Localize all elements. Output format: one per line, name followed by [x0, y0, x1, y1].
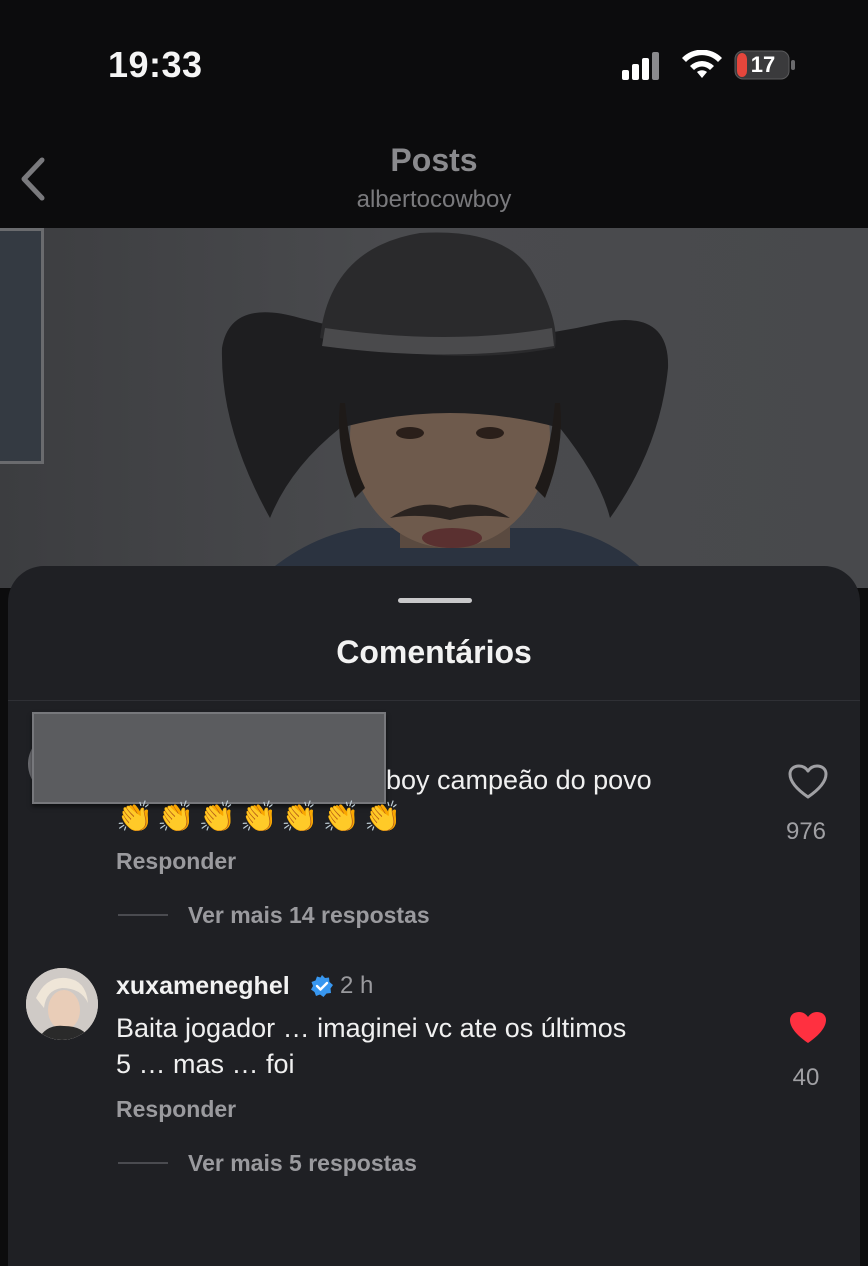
comment-username[interactable]: xuxameneghel [116, 972, 290, 1001]
signal-icon [622, 52, 659, 80]
comment-text: boy campeão do povo [386, 765, 652, 795]
clap-emojis: 👏👏👏👏👏👏👏 [116, 800, 406, 835]
avatar[interactable] [26, 968, 98, 1040]
heart-outline-icon[interactable] [788, 764, 828, 800]
sheet-grabber[interactable] [398, 598, 472, 603]
avatar-photo [26, 968, 98, 1040]
wifi-icon [682, 50, 722, 78]
battery-level: 17 [750, 52, 776, 77]
reply-button[interactable]: Responder [116, 848, 236, 875]
view-more-replies[interactable]: Ver mais 5 respostas [188, 1150, 417, 1177]
reply-button[interactable]: Responder [116, 1096, 236, 1123]
like-count: 40 [792, 1064, 820, 1091]
cowboy-portrait [221, 232, 669, 588]
sheet-title: Comentários [336, 634, 532, 670]
sheet-divider [8, 700, 860, 701]
post-image[interactable] [0, 228, 868, 588]
replies-line [118, 1162, 168, 1164]
status-bar: 19:33 17 [0, 0, 868, 120]
heart-filled-icon[interactable] [788, 1010, 828, 1046]
redaction-box [32, 712, 386, 804]
posts-header: Posts albertocowboy [0, 120, 868, 228]
comment-time: 2 h [340, 972, 374, 999]
replies-line [118, 914, 168, 916]
like-count: 976 [785, 818, 827, 845]
view-more-replies[interactable]: Ver mais 14 respostas [188, 902, 430, 929]
page-title: Posts [390, 142, 478, 178]
page-username[interactable]: albertocowboy [0, 186, 868, 214]
comment-text-line2: 5 … mas … foi [116, 1049, 295, 1079]
comment-text-line1: Baita jogador … imaginei vc ate os últim… [116, 1013, 627, 1043]
verified-badge-icon [311, 975, 333, 997]
comments-sheet: Comentários boy campeão do povo 👏👏👏👏👏👏👏 … [8, 566, 860, 1266]
status-time: 19:33 [108, 44, 203, 85]
